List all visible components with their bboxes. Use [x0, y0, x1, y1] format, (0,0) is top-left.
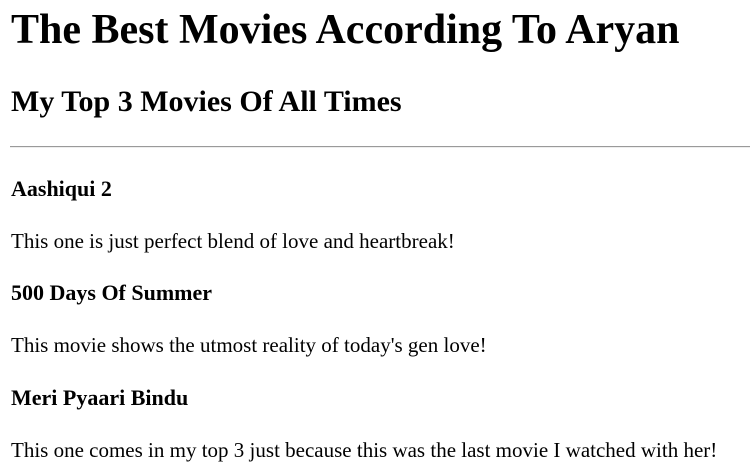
page: The Best Movies According To Aryan My To…	[0, 0, 750, 474]
page-subtitle: My Top 3 Movies Of All Times	[11, 85, 402, 118]
movie-title: Meri Pyaari Bindu	[11, 385, 189, 410]
movie-title: Aashiqui 2	[11, 176, 112, 201]
movie-description: This movie shows the utmost reality of t…	[11, 333, 487, 357]
page-title: The Best Movies According To Aryan	[11, 7, 680, 53]
movie-description: This one is just perfect blend of love a…	[11, 229, 455, 253]
divider	[10, 146, 750, 148]
movie-title: 500 Days Of Summer	[11, 280, 213, 305]
movie-description: This one comes in my top 3 just because …	[11, 438, 718, 462]
